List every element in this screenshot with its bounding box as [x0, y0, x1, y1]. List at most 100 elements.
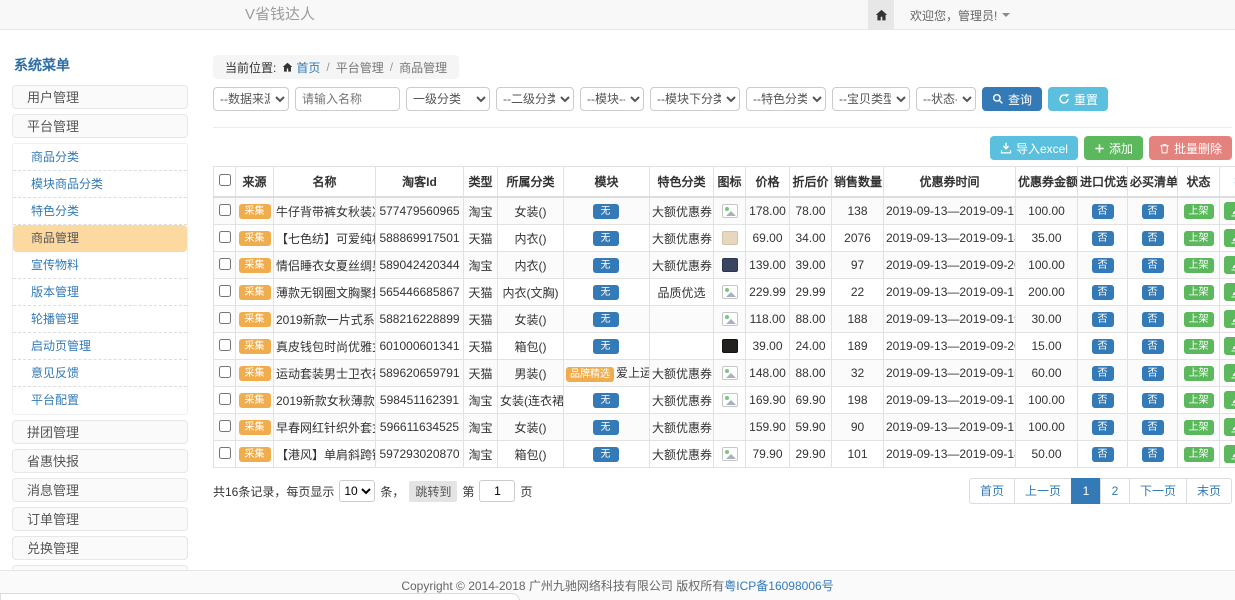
col-sales: 销售数量: [832, 167, 884, 198]
module-sub-select[interactable]: --模块下分类--: [650, 87, 740, 111]
breadcrumb-home-link[interactable]: 首页: [282, 59, 320, 76]
level1-category-select[interactable]: 一级分类: [406, 87, 490, 111]
level2-category-select[interactable]: --二级分类--: [496, 87, 574, 111]
sidebar-subitem[interactable]: 商品分类: [13, 144, 187, 171]
icon-cell: [714, 279, 746, 306]
table-row: 采集 薄款无钢圈文胸聚拢性... 565446685867 天猫 内衣(文胸) …: [214, 279, 1235, 306]
row-checkbox[interactable]: [219, 285, 231, 297]
source-badge: 采集: [239, 204, 271, 219]
row-checkbox[interactable]: [219, 420, 231, 432]
sidebar-subitem[interactable]: 启动页管理: [13, 333, 187, 360]
module-badge: 无: [593, 285, 619, 300]
edit-button[interactable]: [1224, 364, 1235, 382]
edit-button[interactable]: [1224, 445, 1235, 463]
row-checkbox[interactable]: [219, 231, 231, 243]
edit-button[interactable]: [1224, 283, 1235, 301]
sidebar-subitem[interactable]: 平台配置: [13, 387, 187, 414]
feature-category-select[interactable]: --特色分类--: [746, 87, 826, 111]
breadcrumb-separator: /: [390, 60, 393, 74]
pager-last[interactable]: 末页: [1186, 478, 1232, 504]
import-select-badge: 否: [1092, 393, 1114, 408]
add-button[interactable]: 添加: [1084, 136, 1143, 160]
sidebar-subitem[interactable]: 宣传物料: [13, 252, 187, 279]
pager-page-2[interactable]: 2: [1100, 478, 1130, 504]
sidebar-subitem[interactable]: 模块商品分类: [13, 171, 187, 198]
edit-button[interactable]: [1224, 310, 1235, 328]
home-button[interactable]: [868, 0, 894, 30]
row-checkbox[interactable]: [219, 447, 231, 459]
source-badge: 采集: [239, 258, 271, 273]
pager-prev[interactable]: 上一页: [1014, 478, 1072, 504]
sidebar-item[interactable]: 省惠快报: [12, 449, 188, 473]
icp-link[interactable]: 粤ICP备16098006号: [724, 577, 833, 594]
status-badge: 上架: [1184, 312, 1214, 327]
pager-page-1[interactable]: 1: [1071, 478, 1101, 504]
sidebar-item-user-management[interactable]: 用户管理: [12, 85, 188, 109]
user-menu[interactable]: 欢迎您，管理员!: [910, 7, 1010, 24]
sidebar-subitem[interactable]: 轮播管理: [13, 306, 187, 333]
sidebar-item-platform-management[interactable]: 平台管理: [12, 114, 188, 138]
operations-cell: [1220, 197, 1235, 225]
coupon-amount-cell: 100.00: [1016, 414, 1078, 441]
price-cell: 118.00: [746, 306, 790, 333]
sales-cell: 198: [832, 387, 884, 414]
select-all-checkbox[interactable]: [219, 174, 231, 186]
module-cell: 无: [564, 414, 650, 441]
taoke-id-cell: 577479560965: [376, 197, 464, 225]
import-select-badge: 否: [1092, 204, 1114, 219]
import-select-badge: 否: [1092, 447, 1114, 462]
row-checkbox[interactable]: [219, 312, 231, 324]
jump-button[interactable]: 跳转到: [409, 481, 457, 502]
edit-button[interactable]: [1224, 418, 1235, 436]
taoke-id-cell: 598451162391: [376, 387, 464, 414]
product-name-cell: 薄款无钢圈文胸聚拢性...: [274, 279, 376, 306]
coupon-amount-cell: 200.00: [1016, 279, 1078, 306]
sidebar-item[interactable]: 兑换管理: [12, 536, 188, 560]
type-cell: 淘宝: [464, 414, 498, 441]
icon-cell: [714, 225, 746, 252]
feature-cell: [650, 333, 714, 360]
sidebar-subitem[interactable]: 意见反馈: [13, 360, 187, 387]
name-search-input[interactable]: [295, 87, 400, 111]
sidebar-subitem[interactable]: 特色分类: [13, 198, 187, 225]
sidebar-subitem[interactable]: 商品管理: [13, 225, 187, 252]
baby-type-select[interactable]: --宝贝类型--: [832, 87, 910, 111]
status-badge: 上架: [1184, 366, 1214, 381]
edit-button[interactable]: [1224, 391, 1235, 409]
breadcrumb-current: 商品管理: [399, 59, 447, 76]
page-size-select[interactable]: 10: [339, 480, 375, 502]
row-checkbox[interactable]: [219, 393, 231, 405]
sidebar-item[interactable]: 消息管理: [12, 478, 188, 502]
discount-price-cell: 59.90: [790, 414, 832, 441]
row-checkbox[interactable]: [219, 204, 231, 216]
import-select-badge: 否: [1092, 366, 1114, 381]
coupon-time-cell: 2019-09-13—2019-09-17: [884, 414, 1016, 441]
jump-page-input[interactable]: [479, 480, 515, 502]
records-text: 共16条记录，每页显示: [213, 483, 334, 500]
module-select[interactable]: --模块--: [580, 87, 644, 111]
edit-button[interactable]: [1224, 256, 1235, 274]
col-category: 所属分类: [498, 167, 564, 198]
taoke-id-cell: 588869917501: [376, 225, 464, 252]
module-badge: 无: [593, 393, 619, 408]
row-checkbox[interactable]: [219, 366, 231, 378]
reset-button[interactable]: 重置: [1048, 87, 1108, 111]
search-button[interactable]: 查询: [982, 87, 1042, 111]
status-select[interactable]: --状态--: [916, 87, 976, 111]
pager-next[interactable]: 下一页: [1129, 478, 1187, 504]
edit-button[interactable]: [1224, 337, 1235, 355]
sidebar-item[interactable]: 订单管理: [12, 507, 188, 531]
row-checkbox[interactable]: [219, 339, 231, 351]
import-excel-button[interactable]: 导入excel: [990, 136, 1078, 160]
pager-first[interactable]: 首页: [969, 478, 1015, 504]
batch-delete-button[interactable]: 批量删除: [1149, 136, 1232, 160]
sidebar-subitem[interactable]: 版本管理: [13, 279, 187, 306]
data-source-select[interactable]: --数据来源--: [213, 87, 289, 111]
row-checkbox[interactable]: [219, 258, 231, 270]
refresh-icon: [1058, 93, 1070, 105]
sidebar-item[interactable]: 拼团管理: [12, 420, 188, 444]
edit-button[interactable]: [1224, 202, 1235, 220]
type-cell: 天猫: [464, 306, 498, 333]
edit-button[interactable]: [1224, 229, 1235, 247]
source-badge: 采集: [239, 366, 271, 381]
